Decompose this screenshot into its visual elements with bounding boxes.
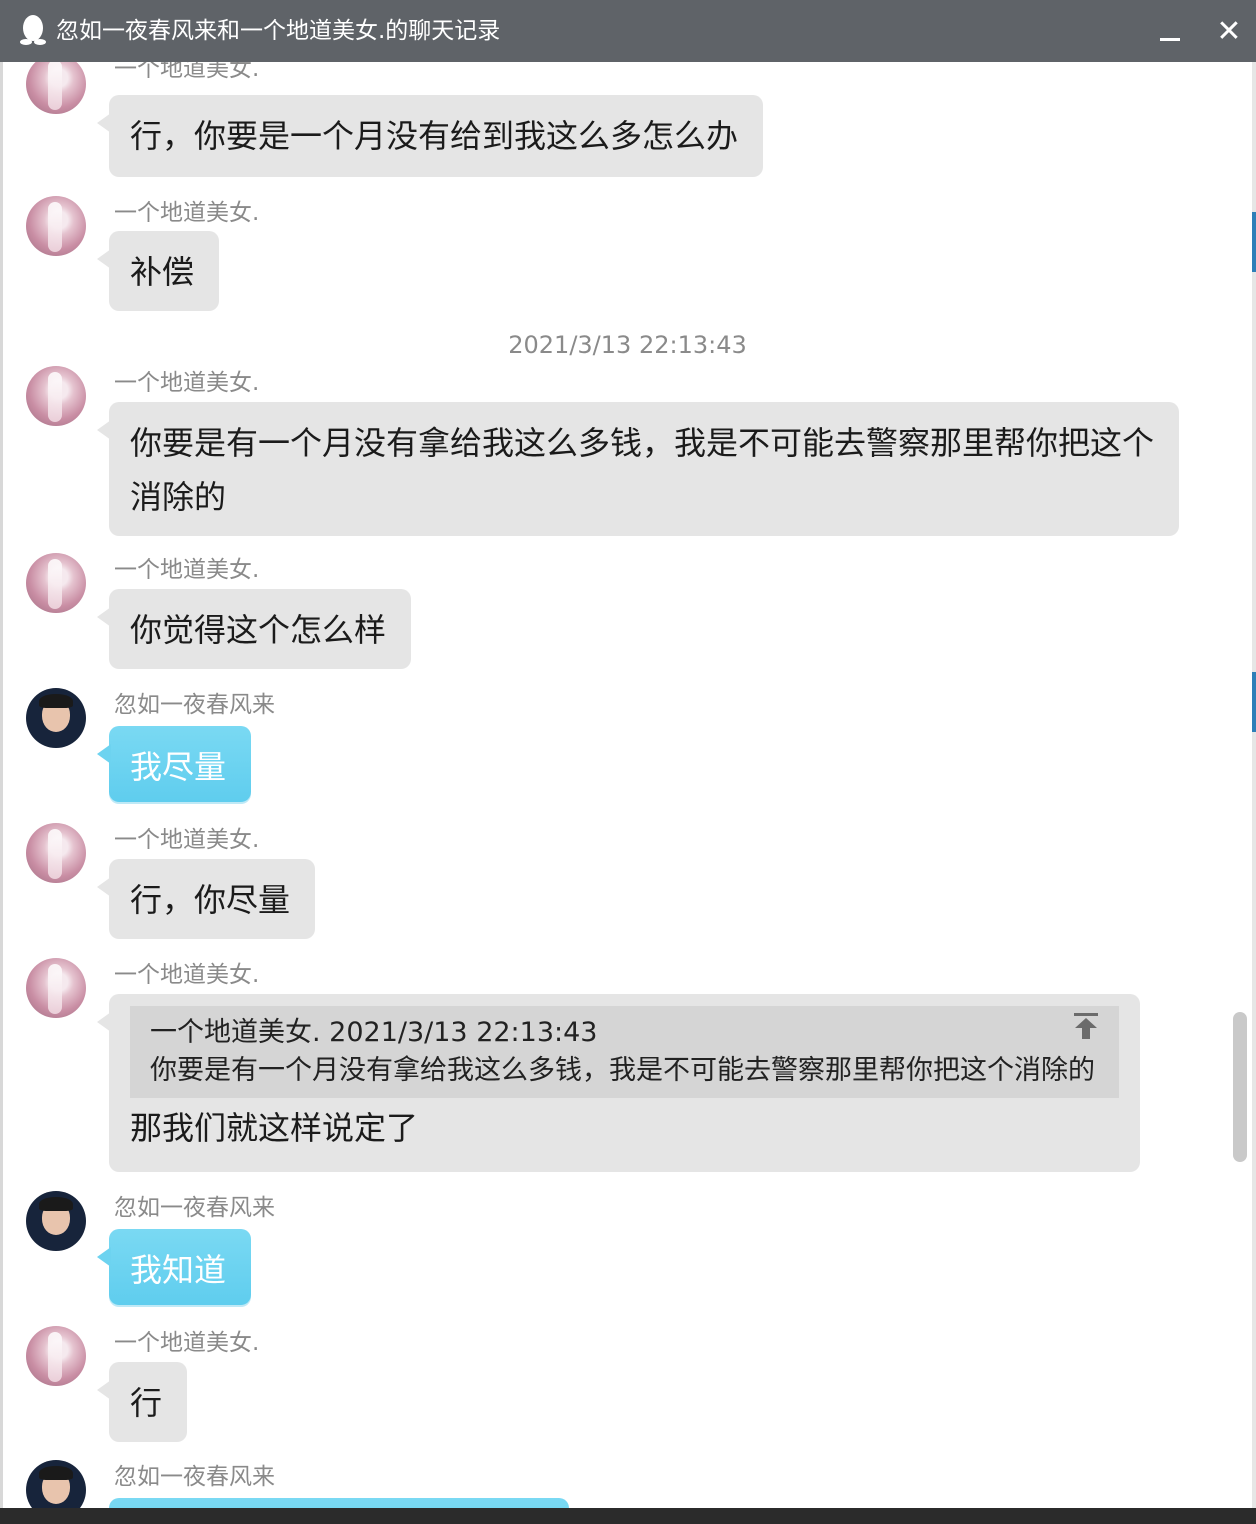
contact-avatar[interactable] <box>26 553 86 613</box>
contact-avatar[interactable] <box>26 62 86 114</box>
quoted-message[interactable]: 一个地道美女. 2021/3/13 22:13:43 你要是有一个月没有拿给我这… <box>130 1006 1119 1098</box>
message-bubble[interactable]: 补偿 <box>97 231 219 311</box>
message-bubble[interactable]: 你觉得这个怎么样 <box>97 589 411 669</box>
contact-avatar[interactable] <box>26 196 86 256</box>
message-bubble[interactable]: 行，你尽量 <box>97 859 315 939</box>
user-avatar[interactable] <box>26 688 86 748</box>
sender-name: 一个地道美女. <box>114 827 260 853</box>
sender-name: 忽如一夜春风来 <box>114 1195 275 1221</box>
window-right-border <box>1252 62 1256 1508</box>
message-bubble[interactable]: 我尽量 <box>97 726 251 802</box>
contact-avatar[interactable] <box>26 958 86 1018</box>
window-title: 忽如一夜春风来和一个地道美女.的聊天记录 <box>56 18 501 44</box>
sender-name: 一个地道美女. <box>114 962 260 988</box>
minimize-button[interactable] <box>1150 12 1190 52</box>
sender-name: 一个地道美女. <box>114 370 260 396</box>
sender-name: 一个地道美女. <box>114 200 260 226</box>
taskbar-strip <box>0 1508 1256 1524</box>
window-titlebar: 忽如一夜春风来和一个地道美女.的聊天记录 ✕ <box>0 0 1256 62</box>
contact-avatar[interactable] <box>26 366 86 426</box>
message-bubble[interactable]: 我知道 <box>97 1229 251 1305</box>
message-bubble[interactable]: 一个地道美女. 2021/3/13 22:13:43 你要是有一个月没有拿给我这… <box>97 994 1140 1172</box>
sender-name: 一个地道美女. <box>114 62 260 82</box>
quote-header: 一个地道美女. 2021/3/13 22:13:43 <box>150 1017 598 1048</box>
message-bubble[interactable]: 行 <box>97 1362 187 1442</box>
chat-history[interactable]: 一个地道美女. 行，你要是一个月没有给到我这么多怎么办 一个地道美女. 补偿 2… <box>3 62 1252 1508</box>
qq-penguin-icon <box>20 15 46 45</box>
contact-avatar[interactable] <box>26 1326 86 1386</box>
jump-to-original-icon[interactable] <box>1073 1012 1099 1040</box>
message-bubble[interactable]: 你要是有一个月没有拿给我这么多钱，我是不可能去警察那里帮你把这个消除的 <box>97 402 1179 536</box>
reply-text: 那我们就这样说定了 <box>130 1109 419 1147</box>
sender-name: 忽如一夜春风来 <box>114 1464 275 1490</box>
user-avatar[interactable] <box>26 1460 86 1508</box>
message-timestamp: 2021/3/13 22:13:43 <box>508 331 747 359</box>
user-avatar[interactable] <box>26 1191 86 1251</box>
message-bubble[interactable]: 行，你要是一个月没有给到我这么多怎么办 <box>97 95 763 177</box>
chat-scrollbar[interactable] <box>1233 1012 1247 1162</box>
quote-text: 你要是有一个月没有拿给我这么多钱，我是不可能去警察那里帮你把这个消除的 <box>150 1055 1095 1086</box>
contact-avatar[interactable] <box>26 823 86 883</box>
close-button[interactable]: ✕ <box>1210 12 1248 52</box>
sender-name: 一个地道美女. <box>114 1330 260 1356</box>
sender-name: 一个地道美女. <box>114 557 260 583</box>
message-bubble[interactable] <box>109 1498 569 1508</box>
sender-name: 忽如一夜春风来 <box>114 692 275 718</box>
